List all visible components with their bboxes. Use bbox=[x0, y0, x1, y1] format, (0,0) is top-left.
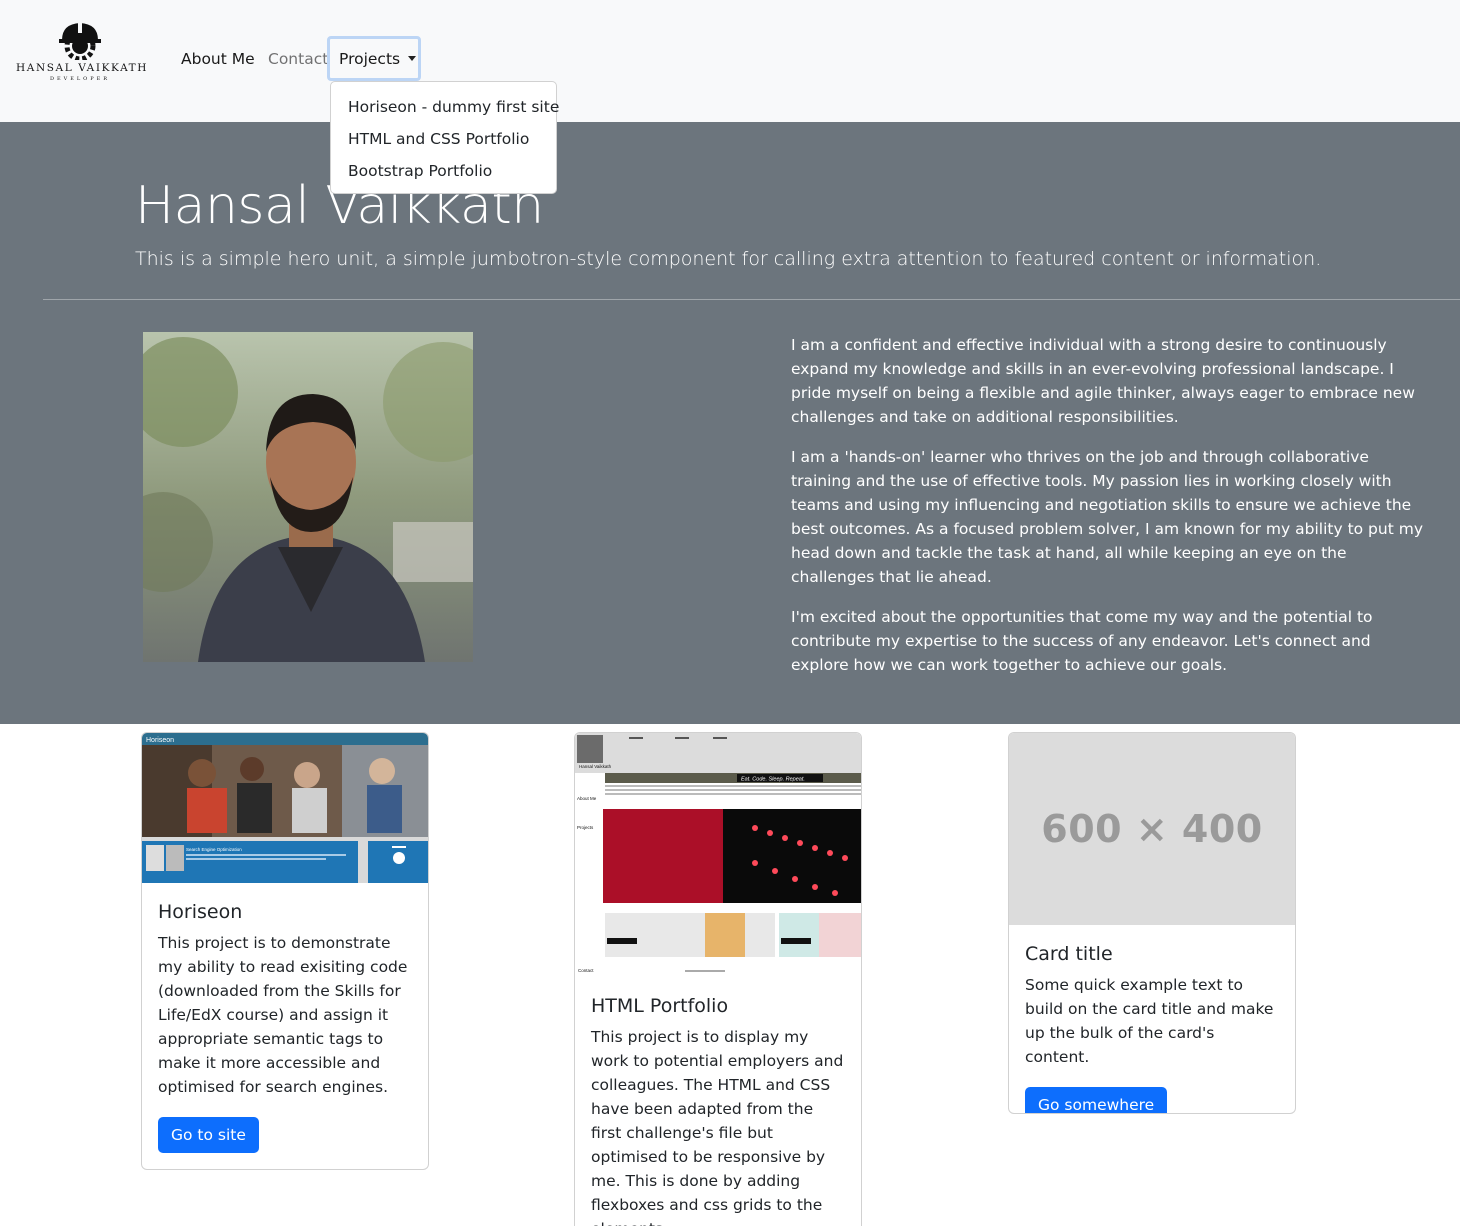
horiseon-thumb-brand: Horiseon bbox=[146, 737, 174, 744]
go-somewhere-button[interactable]: Go somewhere bbox=[1025, 1087, 1168, 1113]
projects-dropdown-menu: Horiseon - dummy first site HTML and CSS… bbox=[330, 81, 559, 194]
hero-divider bbox=[43, 299, 1460, 300]
portfolio-thumb-banner: Eat. Code. Sleep. Repeat. bbox=[741, 777, 805, 783]
caret-down-icon bbox=[408, 56, 417, 61]
go-to-site-button[interactable]: Go to site bbox=[158, 1117, 259, 1153]
portfolio-thumb-projects: Projects bbox=[577, 825, 594, 830]
brand-name: HANSAL VAIKKATH bbox=[16, 62, 149, 74]
card-text: This project is to display my work to po… bbox=[591, 1028, 844, 1226]
project-card-html-portfolio: Hansal Vaikkath Eat. Code. Sleep. Repeat… bbox=[574, 732, 862, 1226]
horiseon-screenshot: Horiseon Search Engine Optimization bbox=[142, 733, 428, 883]
profile-photo-illustration bbox=[143, 332, 473, 662]
card-text: This project is to demonstrate my abilit… bbox=[158, 934, 408, 1096]
portfolio-thumb-name: Hansal Vaikkath bbox=[579, 764, 612, 769]
nav-projects-dropdown-toggle[interactable]: Projects bbox=[327, 36, 421, 81]
project-card-horiseon: Horiseon Search Engine Optimization Hori… bbox=[141, 732, 429, 1170]
card-title: HTML Portfolio bbox=[591, 995, 729, 1017]
nav-contact[interactable]: Contact bbox=[268, 49, 328, 69]
brand-logo[interactable]: HANSAL VAIKKATH DEVELOPER bbox=[16, 20, 149, 96]
portfolio-thumbnail: Hansal Vaikkath Eat. Code. Sleep. Repeat… bbox=[575, 733, 861, 977]
portfolio-thumb-about: About Me bbox=[577, 796, 597, 801]
hero-lead: This is a simple hero unit, a simple jum… bbox=[135, 248, 1322, 270]
project-card-placeholder: 600 × 400 Card title Some quick example … bbox=[1008, 732, 1296, 1114]
bio-paragraph: I am a 'hands-on' learner who thrives on… bbox=[791, 448, 1423, 586]
hardhat-gear-icon bbox=[59, 21, 101, 60]
card-title: Horiseon bbox=[158, 901, 243, 923]
brand-subtitle: DEVELOPER bbox=[49, 76, 111, 82]
placeholder-image-label: 600 × 400 bbox=[1041, 807, 1263, 851]
card-text: Some quick example text to build on the … bbox=[1025, 976, 1274, 1066]
placeholder-image: 600 × 400 bbox=[1009, 733, 1295, 925]
bio-paragraph: I'm excited about the opportunities that… bbox=[791, 608, 1373, 674]
card-title: Card title bbox=[1025, 943, 1113, 965]
nav-projects-label: Projects bbox=[339, 50, 401, 68]
dropdown-item-bootstrap-portfolio[interactable]: Bootstrap Portfolio bbox=[331, 159, 556, 191]
horiseon-thumbnail: Horiseon Search Engine Optimization bbox=[142, 733, 428, 883]
horiseon-thumb-section: Search Engine Optimization bbox=[186, 847, 242, 852]
portfolio-screenshot: Hansal Vaikkath Eat. Code. Sleep. Repeat… bbox=[575, 733, 861, 977]
nav-about-me[interactable]: About Me bbox=[181, 49, 255, 69]
dropdown-item-html-css-portfolio[interactable]: HTML and CSS Portfolio bbox=[331, 127, 556, 159]
navbar: HANSAL VAIKKATH DEVELOPER About Me Conta… bbox=[0, 0, 1460, 122]
bio-text: I am a confident and effective individua… bbox=[791, 333, 1431, 693]
bio-paragraph: I am a confident and effective individua… bbox=[791, 336, 1415, 426]
dropdown-item-horiseon[interactable]: Horiseon - dummy first site bbox=[331, 95, 559, 127]
profile-photo bbox=[143, 332, 473, 662]
hero-section: Hansal Vaikkath This is a simple hero un… bbox=[0, 122, 1460, 724]
portfolio-thumb-contact: Contact bbox=[578, 968, 594, 973]
